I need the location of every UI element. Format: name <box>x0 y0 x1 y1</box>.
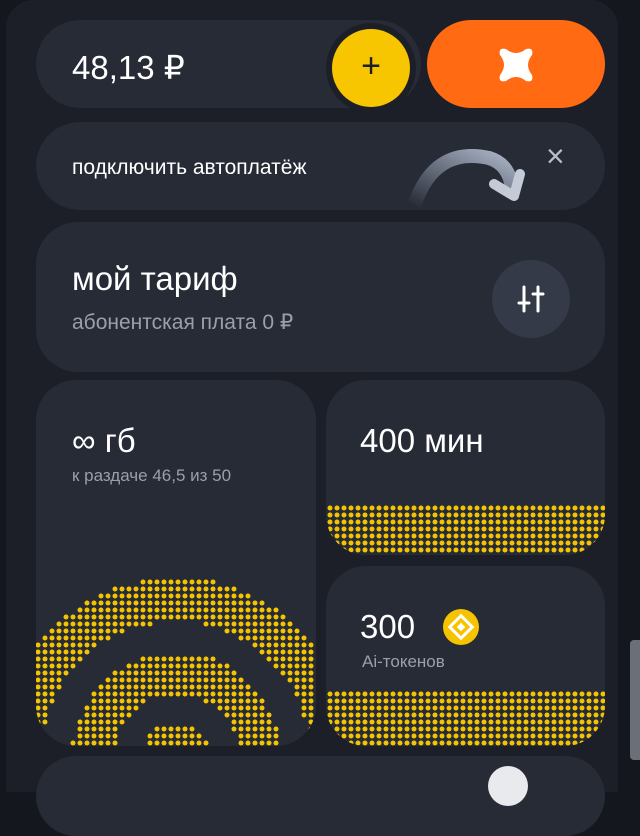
toggle-knob[interactable] <box>488 766 528 806</box>
wifi-dots-icon <box>36 579 314 746</box>
tariff-subtitle: абонентская плата 0 ₽ <box>72 311 294 334</box>
tokens-dots-pattern <box>327 691 605 746</box>
next-card[interactable] <box>36 756 605 836</box>
autopay-label: подключить автоплатёж <box>72 156 307 179</box>
brand-x-logo-icon <box>499 48 533 82</box>
minutes-title: 400 мин <box>360 422 484 459</box>
close-icon[interactable]: × <box>546 138 565 175</box>
main-panel: 48,13 ₽ + подключить автоплатёж × мой та… <box>6 0 618 836</box>
tokens-tile[interactable]: 300 Ai-токенов <box>326 566 605 746</box>
minutes-dots-pattern <box>327 505 605 553</box>
tariff-settings-button[interactable] <box>492 260 570 338</box>
brand-button[interactable] <box>427 20 605 108</box>
data-tile[interactable]: ∞ гб к раздаче 46,5 из 50 <box>36 380 316 746</box>
scrollbar-handle[interactable] <box>630 640 640 760</box>
data-title: ∞ гб <box>72 422 136 459</box>
balance-amount: 48,13 ₽ <box>72 49 185 86</box>
data-subtitle: к раздаче 46,5 из 50 <box>72 466 232 485</box>
tokens-title: 300 <box>360 608 416 645</box>
tokens-subtitle: Ai-токенов <box>362 652 445 671</box>
top-up-button[interactable]: + <box>332 29 410 107</box>
autopay-card[interactable]: подключить автоплатёж × <box>36 122 605 210</box>
minutes-tile[interactable]: 400 мин <box>326 380 605 555</box>
sliders-icon <box>517 285 545 313</box>
tariff-card[interactable]: мой тариф абонентская плата 0 ₽ <box>36 222 605 372</box>
plus-icon: + <box>361 47 381 85</box>
curved-arrow-icon <box>407 149 525 210</box>
ai-token-diamond-icon <box>443 609 479 645</box>
tariff-title: мой тариф <box>72 260 238 297</box>
